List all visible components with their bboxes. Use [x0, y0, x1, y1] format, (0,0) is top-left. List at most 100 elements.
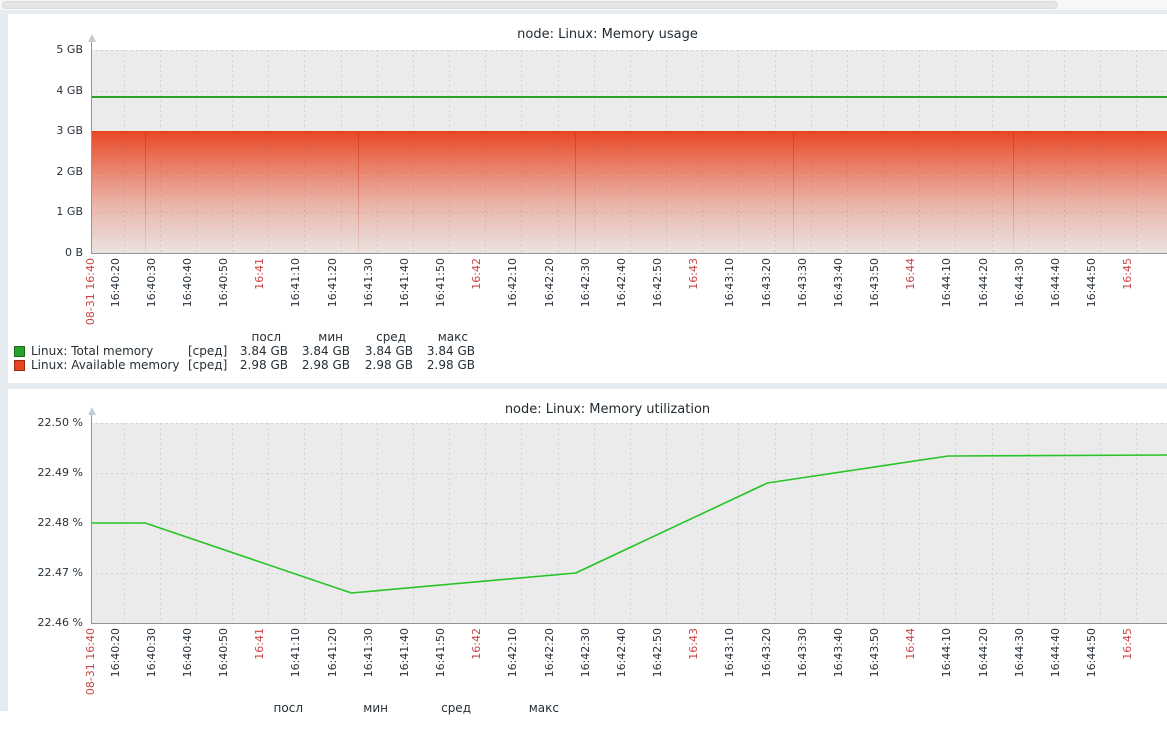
x-axis-label: 16:42:40: [616, 258, 628, 307]
dashboard-background: node: Linux: Memory usage 5 GB 4 GB 3 GB 2 …: [0, 10, 1167, 711]
x-axis-label: 16:44:50: [1086, 258, 1098, 307]
x-axis-label: 16:44: [905, 628, 917, 660]
legend-header: мин: [335, 702, 395, 715]
x-axis-label: 16:43:10: [724, 628, 736, 677]
x-axis-label: 16:43:20: [761, 628, 773, 677]
y-axis-label: 22.50 %: [11, 416, 83, 430]
x-axis-label: 16:44:40: [1050, 628, 1062, 677]
y-axis-label: 3 GB: [11, 124, 83, 138]
x-axis-label: 16:41:30: [363, 258, 375, 307]
x-axis-label: 16:43:40: [833, 258, 845, 307]
legend-header: мин: [290, 331, 350, 344]
y-axis-label: 22.49 %: [11, 466, 83, 480]
x-axis-label: 16:41:10: [290, 258, 302, 307]
x-axis-label: 16:42:50: [652, 628, 664, 677]
x-axis-label: 16:40:40: [182, 258, 194, 307]
y-axis-label: 22.46 %: [11, 616, 83, 630]
x-axis-label: 16:40:30: [146, 628, 158, 677]
gradient-seam: [145, 133, 146, 253]
x-axis-label: 16:42:10: [507, 258, 519, 307]
x-axis: [91, 253, 1167, 254]
gradient-seam: [793, 133, 794, 253]
top-scrollbar-track: [0, 0, 1167, 10]
x-axis-label: 16:42: [471, 628, 483, 660]
y-axis-label: 0 B: [11, 246, 83, 260]
x-axis-label: 16:41:20: [327, 258, 339, 307]
x-axis-label: 16:41:50: [435, 258, 447, 307]
x-axis-label-start: 08-31 16:40: [85, 628, 97, 695]
x-axis-label: 16:44: [905, 258, 917, 290]
legend-aggregation: [сред]: [188, 359, 227, 372]
x-axis-label: 16:44:30: [1014, 628, 1026, 677]
legend-header: макс: [506, 702, 566, 715]
x-axis-label: 16:43:50: [869, 628, 881, 677]
x-axis-label: 16:42:20: [544, 628, 556, 677]
legend-header: макс: [415, 331, 475, 344]
x-axis-label: 16:43: [688, 258, 700, 290]
x-axis-label: 16:44:40: [1050, 258, 1062, 307]
x-axis-label: 16:43:50: [869, 258, 881, 307]
x-axis-label: 16:41:40: [399, 258, 411, 307]
x-axis-label: 16:40:30: [146, 258, 158, 307]
x-axis-label: 16:41:10: [290, 628, 302, 677]
graph-widget-memory-utilization: node: Linux: Memory utilization 22.50 %2…: [8, 389, 1167, 729]
y-axis-arrow-icon: [88, 34, 96, 42]
x-axis-label: 16:42: [471, 258, 483, 290]
legend-header: посл: [228, 331, 288, 344]
legend-header: посл: [250, 702, 310, 715]
legend-stat-value: 3.84 GB: [353, 345, 413, 358]
legend-stat-value: 3.84 GB: [228, 345, 288, 358]
gradient-seam: [358, 133, 359, 253]
x-axis-label: 16:43: [688, 628, 700, 660]
x-axis-label: 16:45: [1122, 628, 1134, 660]
legend-header: сред: [353, 331, 413, 344]
gradient-seam: [1013, 133, 1014, 253]
x-axis-label: 16:44:20: [978, 628, 990, 677]
legend-stat-value: 2.98 GB: [228, 359, 288, 372]
memory-utilization-line: [91, 423, 1167, 623]
legend-series-name: Linux: Total memory: [31, 345, 153, 358]
y-axis-label: 4 GB: [11, 84, 83, 98]
x-axis-label: 16:44:20: [978, 258, 990, 307]
legend-aggregation: [сред]: [188, 345, 227, 358]
graph-title: node: Linux: Memory usage: [48, 27, 1167, 42]
x-axis-label: 16:40:50: [218, 628, 230, 677]
gradient-seam: [575, 133, 576, 253]
graph-widget-memory-usage: node: Linux: Memory usage 5 GB 4 GB 3 GB 2 …: [8, 14, 1167, 383]
x-axis-label: 16:41:20: [327, 628, 339, 677]
x-axis-label-start: 08-31 16:40: [85, 258, 97, 325]
x-axis-label: 16:42:30: [580, 628, 592, 677]
x-axis-label: 16:42:20: [544, 258, 556, 307]
x-axis-label: 16:44:50: [1086, 628, 1098, 677]
legend-stat-value: 3.84 GB: [290, 345, 350, 358]
x-axis-label: 16:42:30: [580, 258, 592, 307]
x-axis: [91, 623, 1167, 624]
x-axis-label: 16:41: [254, 258, 266, 290]
legend-stat-value: 2.98 GB: [353, 359, 413, 372]
x-axis-label: 16:41:30: [363, 628, 375, 677]
y-axis-label: 5 GB: [11, 43, 83, 57]
x-axis-label: 16:43:10: [724, 258, 736, 307]
x-axis-label: 16:45: [1122, 258, 1134, 290]
x-axis-label: 16:41: [254, 628, 266, 660]
x-axis-label: 16:40:40: [182, 628, 194, 677]
y-axis: [91, 42, 92, 253]
y-axis-label: 22.48 %: [11, 516, 83, 530]
y-axis-label: 2 GB: [11, 165, 83, 179]
y-axis-arrow-icon: [88, 407, 96, 415]
legend-header: сред: [418, 702, 478, 715]
x-axis-label: 16:43:40: [833, 628, 845, 677]
x-axis-label: 16:41:40: [399, 628, 411, 677]
x-axis-label: 16:41:50: [435, 628, 447, 677]
x-axis-label: 16:40:50: [218, 258, 230, 307]
legend-series-name: Linux: Available memory: [31, 359, 179, 372]
y-axis-label: 1 GB: [11, 205, 83, 219]
total-memory-line: [91, 96, 1167, 98]
x-axis-label: 16:44:10: [941, 258, 953, 307]
top-scrollbar-thumb[interactable]: [2, 1, 1058, 9]
x-axis-label: 16:43:30: [797, 628, 809, 677]
x-axis-label: 16:44:30: [1014, 258, 1026, 307]
legend-stat-value: 3.84 GB: [415, 345, 475, 358]
legend-stat-value: 2.98 GB: [415, 359, 475, 372]
y-axis: [91, 415, 92, 623]
